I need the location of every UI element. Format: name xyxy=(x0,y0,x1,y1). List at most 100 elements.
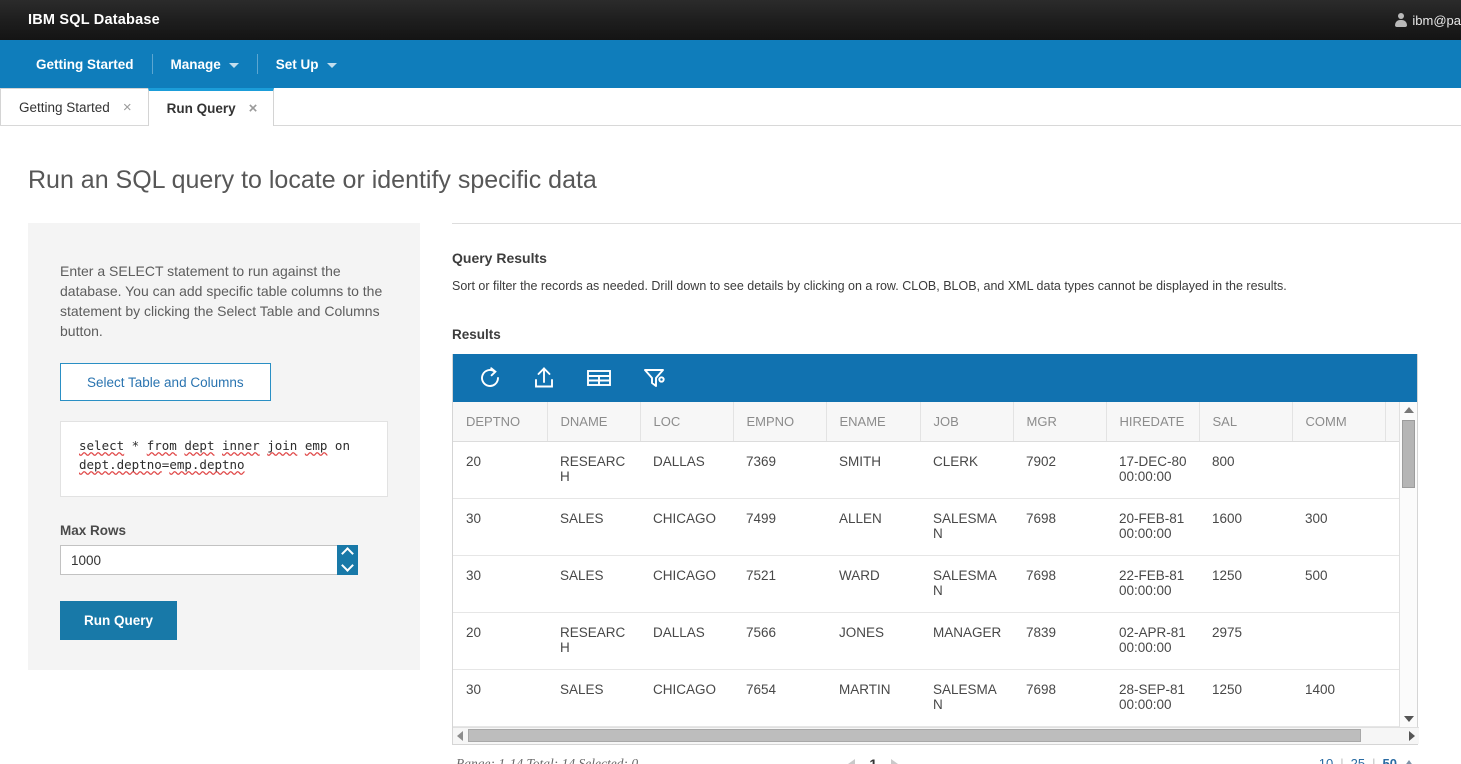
column-header-loc[interactable]: LOC xyxy=(640,402,733,441)
filter-icon[interactable] xyxy=(641,365,669,391)
table-row[interactable]: 30SALESCHICAGO7654MARTINSALESMAN769828-S… xyxy=(453,669,1399,726)
column-header-mgr[interactable]: MGR xyxy=(1013,402,1106,441)
nav-item-getting-started[interactable]: Getting Started xyxy=(18,40,152,88)
table-cell-hiredate[interactable]: 17-DEC-80 00:00:00 xyxy=(1106,441,1199,498)
close-icon[interactable]: × xyxy=(123,100,132,115)
table-cell-job[interactable]: CLERK xyxy=(920,441,1013,498)
tab-run-query[interactable]: Run Query × xyxy=(148,88,275,126)
page-size-option-10[interactable]: 10 xyxy=(1319,756,1333,764)
table-cell-mgr[interactable]: 7698 xyxy=(1013,669,1106,726)
triangle-up-icon[interactable] xyxy=(1404,760,1414,764)
table-cell-sal[interactable]: 2975 xyxy=(1199,612,1292,669)
column-header-dname[interactable]: DNAME xyxy=(547,402,640,441)
vertical-scroll-thumb[interactable] xyxy=(1402,420,1415,488)
select-table-and-columns-button[interactable]: Select Table and Columns xyxy=(60,363,271,401)
max-rows-decrement-button[interactable] xyxy=(337,560,358,575)
scroll-down-button[interactable] xyxy=(1404,711,1414,727)
table-cell-loc[interactable]: CHICAGO xyxy=(640,555,733,612)
table-cell-job[interactable]: MANAGER xyxy=(920,612,1013,669)
column-header-empno[interactable]: EMPNO xyxy=(733,402,826,441)
table-cell-empno[interactable]: 7369 xyxy=(733,441,826,498)
horizontal-scroll-thumb[interactable] xyxy=(468,729,1361,742)
table-cell-dname[interactable]: SALES xyxy=(547,555,640,612)
table-cell-mgr[interactable]: 7902 xyxy=(1013,441,1106,498)
table-cell-hiredate[interactable]: 20-FEB-81 00:00:00 xyxy=(1106,498,1199,555)
next-page-button[interactable] xyxy=(891,759,898,764)
table-cell-ename[interactable]: SMITH xyxy=(826,441,920,498)
table-cell-comm[interactable] xyxy=(1292,612,1385,669)
column-header-deptno[interactable]: DEPTNO xyxy=(453,402,547,441)
column-header-comm[interactable]: COMM xyxy=(1292,402,1385,441)
table-cell-job[interactable]: SALESMAN xyxy=(920,498,1013,555)
sql-statement-input[interactable]: select * from dept inner join emp on dep… xyxy=(60,421,388,497)
table-cell-hiredate[interactable]: 02-APR-81 00:00:00 xyxy=(1106,612,1199,669)
column-header-sal[interactable]: SAL xyxy=(1199,402,1292,441)
table-cell-empno[interactable]: 7499 xyxy=(733,498,826,555)
max-rows-input[interactable] xyxy=(60,545,337,575)
table-cell-sal[interactable]: 1250 xyxy=(1199,669,1292,726)
max-rows-increment-button[interactable] xyxy=(337,545,358,560)
table-cell-job[interactable]: SALESMAN xyxy=(920,669,1013,726)
table-cell-mgr[interactable]: 7698 xyxy=(1013,555,1106,612)
table-cell-ename[interactable]: MARTIN xyxy=(826,669,920,726)
table-cell-deptno[interactable]: 30 xyxy=(453,555,547,612)
horizontal-scrollbar[interactable] xyxy=(453,727,1419,744)
table-cell-ename[interactable]: WARD xyxy=(826,555,920,612)
table-cell-sal[interactable]: 800 xyxy=(1199,441,1292,498)
table-row[interactable]: 30SALESCHICAGO7521WARDSALESMAN769822-FEB… xyxy=(453,555,1399,612)
table-cell-hiredate[interactable]: 22-FEB-81 00:00:00 xyxy=(1106,555,1199,612)
vertical-scrollbar[interactable] xyxy=(1399,402,1417,727)
table-row[interactable]: 30SALESCHICAGO7499ALLENSALESMAN769820-FE… xyxy=(453,498,1399,555)
table-row[interactable]: 20RESEARCHDALLAS7369SMITHCLERK790217-DEC… xyxy=(453,441,1399,498)
horizontal-scroll-track[interactable] xyxy=(467,728,1405,744)
table-cell-empno[interactable]: 7654 xyxy=(733,669,826,726)
tab-getting-started[interactable]: Getting Started × xyxy=(0,88,149,125)
table-cell-comm[interactable]: 500 xyxy=(1292,555,1385,612)
table-cell-comm[interactable]: 1400 xyxy=(1292,669,1385,726)
table-cell-loc[interactable]: DALLAS xyxy=(640,612,733,669)
user-menu[interactable]: ibm@pa xyxy=(1395,0,1461,40)
table-cell-comm[interactable] xyxy=(1292,441,1385,498)
max-rows-stepper[interactable] xyxy=(60,545,358,575)
table-cell-mgr[interactable]: 7698 xyxy=(1013,498,1106,555)
refresh-icon[interactable] xyxy=(477,365,503,391)
table-cell-comm[interactable]: 300 xyxy=(1292,498,1385,555)
table-cell-ename[interactable]: ALLEN xyxy=(826,498,920,555)
column-header-ename[interactable]: ENAME xyxy=(826,402,920,441)
table-cell-empno[interactable]: 7566 xyxy=(733,612,826,669)
table-cell-sal[interactable]: 1250 xyxy=(1199,555,1292,612)
column-header-hiredate[interactable]: HIREDATE xyxy=(1106,402,1199,441)
table-cell-loc[interactable]: CHICAGO xyxy=(640,669,733,726)
page-size-option-25[interactable]: 25 xyxy=(1351,756,1365,764)
previous-page-button[interactable] xyxy=(848,759,855,764)
nav-item-manage[interactable]: Manage xyxy=(153,40,257,88)
table-cell-deptno[interactable]: 20 xyxy=(453,441,547,498)
table-view-icon[interactable] xyxy=(585,365,613,391)
run-query-button[interactable]: Run Query xyxy=(60,601,177,640)
table-cell-deptno[interactable]: 20 xyxy=(453,612,547,669)
table-cell-dname[interactable]: RESEARCH xyxy=(547,441,640,498)
table-cell-deptno[interactable]: 30 xyxy=(453,498,547,555)
table-cell-mgr[interactable]: 7839 xyxy=(1013,612,1106,669)
column-header-job[interactable]: JOB xyxy=(920,402,1013,441)
scroll-left-button[interactable] xyxy=(453,731,467,741)
table-cell-job[interactable]: SALESMAN xyxy=(920,555,1013,612)
table-cell-hiredate[interactable]: 28-SEP-81 00:00:00 xyxy=(1106,669,1199,726)
table-cell-deptno[interactable]: 30 xyxy=(453,669,547,726)
table-cell-dname[interactable]: SALES xyxy=(547,669,640,726)
table-cell-sal[interactable]: 1600 xyxy=(1199,498,1292,555)
table-cell-ename[interactable]: JONES xyxy=(826,612,920,669)
table-cell-loc[interactable]: CHICAGO xyxy=(640,498,733,555)
scroll-right-button[interactable] xyxy=(1405,731,1419,741)
table-cell-empno[interactable]: 7521 xyxy=(733,555,826,612)
max-rows-spinner-buttons[interactable] xyxy=(337,545,358,575)
current-page-number[interactable]: 1 xyxy=(869,756,877,764)
vertical-scroll-track[interactable] xyxy=(1400,418,1417,711)
export-icon[interactable] xyxy=(531,365,557,391)
table-row[interactable]: 20RESEARCHDALLAS7566JONESMANAGER783902-A… xyxy=(453,612,1399,669)
scroll-up-button[interactable] xyxy=(1404,402,1414,418)
table-cell-dname[interactable]: RESEARCH xyxy=(547,612,640,669)
page-size-option-50[interactable]: 50 xyxy=(1383,756,1397,764)
nav-item-set-up[interactable]: Set Up xyxy=(258,40,355,88)
close-icon[interactable]: × xyxy=(249,101,258,116)
